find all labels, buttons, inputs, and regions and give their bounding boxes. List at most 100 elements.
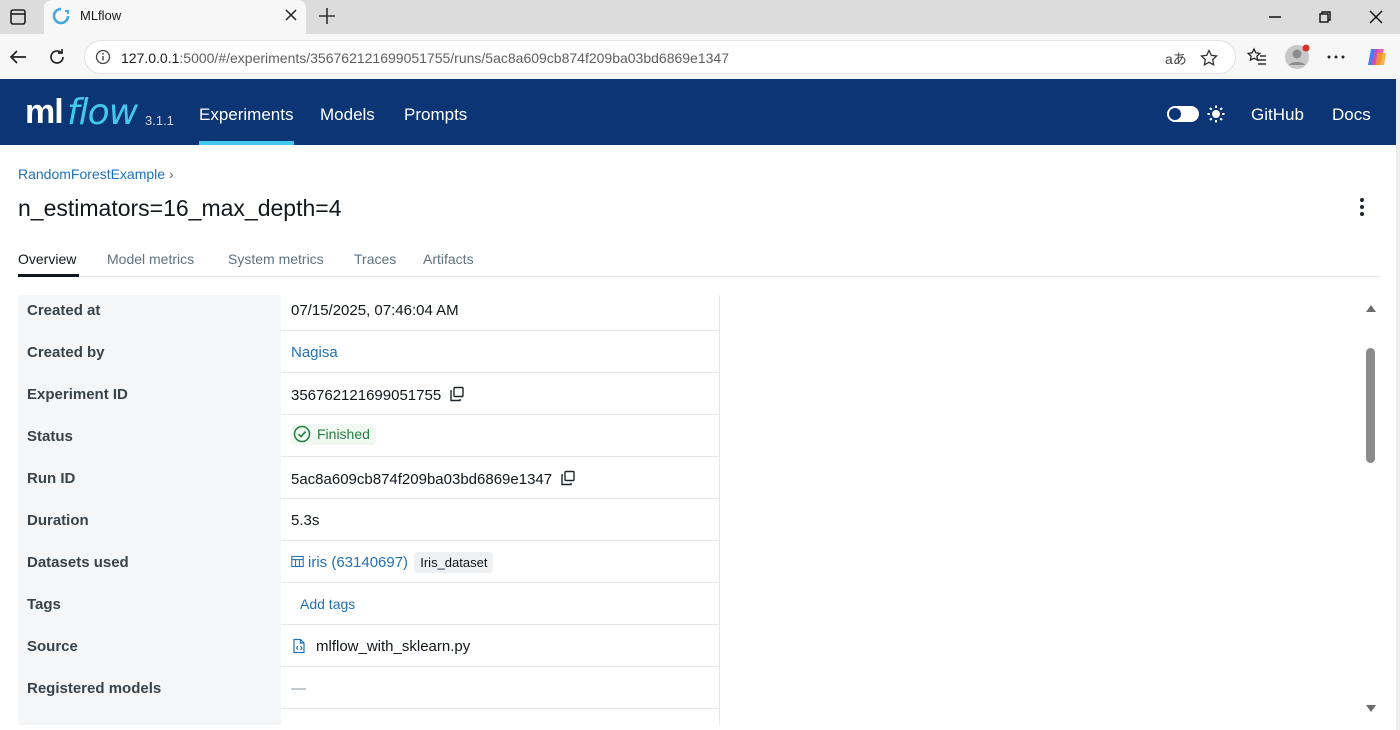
toggle-knob	[1169, 108, 1181, 120]
run-tabs: Overview Model metrics System metrics Tr…	[18, 251, 1380, 277]
page-scrollbar[interactable]	[1360, 297, 1382, 717]
status-text: Finished	[317, 426, 370, 442]
github-link[interactable]: GitHub	[1251, 105, 1304, 125]
scroll-up-arrow-icon[interactable]	[1365, 303, 1377, 313]
reload-icon[interactable]	[46, 46, 68, 68]
table-row: Created at 07/15/2025, 07:46:04 AM	[18, 295, 719, 331]
table-row: Registered models —	[18, 667, 719, 709]
registered-models-value: —	[291, 680, 306, 697]
tab-traces[interactable]: Traces	[354, 251, 396, 267]
page-title: n_estimators=16_max_depth=4	[18, 195, 342, 221]
row-label-datasets: Datasets used	[18, 541, 281, 583]
nav-prompts[interactable]: Prompts	[404, 105, 467, 125]
code-file-icon	[293, 638, 305, 654]
url-path: :5000/#/experiments/356762121699051755/r…	[179, 50, 729, 66]
check-circle-icon	[293, 425, 311, 443]
url-host: 127.0.0.1	[121, 50, 180, 66]
copy-icon[interactable]	[560, 470, 576, 486]
run-details-table: Created at 07/15/2025, 07:46:04 AM Creat…	[18, 295, 720, 725]
add-tags-button[interactable]: Add tags	[300, 596, 355, 612]
run-id-value: 5ac8a609cb874f209ba03bd6869e1347	[291, 471, 553, 488]
run-id-cell: 5ac8a609cb874f209ba03bd6869e1347	[291, 457, 576, 499]
row-label-experiment-id: Experiment ID	[18, 373, 281, 415]
row-label-run-id: Run ID	[18, 457, 281, 499]
close-tab-icon[interactable]	[284, 8, 298, 22]
mlflow-favicon-icon	[52, 7, 70, 25]
tab-model-metrics[interactable]: Model metrics	[107, 251, 194, 267]
table-icon	[291, 555, 304, 568]
status-cell: Finished	[291, 415, 376, 457]
source-cell: mlflow_with_sklearn.py	[291, 625, 470, 667]
table-row: Experiment ID 356762121699051755	[18, 373, 719, 415]
minimize-icon[interactable]	[1264, 6, 1286, 28]
docs-link[interactable]: Docs	[1332, 105, 1371, 125]
logo-flow-text: flow	[67, 92, 138, 133]
registered-models-cell: —	[291, 667, 306, 709]
table-row: Source mlflow_with_sklearn.py	[18, 625, 719, 667]
table-row: Tags Add tags	[18, 583, 719, 625]
status-badge: Finished	[291, 424, 376, 445]
table-row: Datasets used iris (63140697) Iris_datas…	[18, 541, 719, 583]
scrollbar-thumb[interactable]	[1366, 348, 1375, 463]
table-row: Run ID 5ac8a609cb874f209ba03bd6869e1347	[18, 457, 719, 499]
window-edge	[1396, 79, 1400, 730]
scroll-down-arrow-icon[interactable]	[1365, 704, 1377, 714]
dark-mode-toggle[interactable]	[1167, 106, 1199, 122]
browser-tab[interactable]: MLflow	[44, 0, 306, 34]
table-row: Duration 5.3s	[18, 499, 719, 541]
row-label-created-by: Created by	[18, 331, 281, 373]
tab-overview[interactable]: Overview	[18, 251, 76, 267]
more-menu-icon[interactable]	[1325, 46, 1347, 68]
nav-experiments[interactable]: Experiments	[199, 105, 293, 125]
experiment-id-value: 356762121699051755	[291, 387, 442, 404]
table-row	[18, 709, 719, 725]
breadcrumb-experiment[interactable]: RandomForestExample	[18, 166, 165, 182]
dataset-name: iris (63140697)	[308, 554, 409, 571]
tab-title: MLflow	[80, 8, 122, 23]
duration-value: 5.3s	[291, 512, 320, 529]
tags-cell: Add tags	[291, 583, 355, 625]
row-label-source: Source	[18, 625, 281, 667]
copy-icon[interactable]	[449, 386, 465, 402]
back-icon[interactable]	[7, 46, 29, 68]
tab-artifacts[interactable]: Artifacts	[423, 251, 474, 267]
active-nav-indicator	[199, 141, 294, 145]
tab-actions-icon[interactable]	[8, 7, 28, 27]
sun-icon	[1207, 105, 1225, 123]
copilot-icon[interactable]	[1365, 45, 1389, 69]
browser-toolbar: 127.0.0.1:5000/#/experiments/35676212169…	[0, 34, 1400, 79]
close-window-icon[interactable]	[1365, 6, 1387, 28]
favorite-star-icon[interactable]	[1199, 48, 1219, 68]
active-tab-indicator	[18, 274, 79, 277]
mlflow-header: ml flow 3.1.1 Experiments Models Prompts…	[0, 79, 1396, 145]
tab-system-metrics[interactable]: System metrics	[228, 251, 324, 267]
restore-icon[interactable]	[1314, 6, 1336, 28]
logo-ml-text: ml	[25, 93, 64, 131]
created-by-link[interactable]: Nagisa	[291, 344, 338, 361]
browser-tab-bar: MLflow	[0, 0, 1400, 34]
table-row: Status Finished	[18, 415, 719, 457]
favorites-icon[interactable]	[1246, 46, 1268, 68]
run-actions-menu-icon[interactable]	[1352, 196, 1372, 218]
version-label: 3.1.1	[145, 113, 174, 128]
datasets-cell: iris (63140697) Iris_dataset	[291, 541, 494, 583]
breadcrumb-separator: ›	[169, 166, 174, 182]
new-tab-icon[interactable]	[316, 5, 338, 27]
url-text[interactable]: 127.0.0.1:5000/#/experiments/35676212169…	[121, 50, 729, 66]
site-info-icon[interactable]	[95, 49, 111, 65]
address-bar[interactable]: 127.0.0.1:5000/#/experiments/35676212169…	[84, 40, 1236, 74]
profile-avatar-icon[interactable]	[1284, 44, 1310, 70]
dataset-context-tag: Iris_dataset	[414, 552, 494, 573]
source-file-name[interactable]: mlflow_with_sklearn.py	[316, 638, 470, 655]
row-label-status: Status	[18, 415, 281, 457]
row-label-created-at: Created at	[18, 295, 281, 331]
nav-models[interactable]: Models	[320, 105, 375, 125]
dataset-link[interactable]: iris (63140697)	[291, 554, 408, 571]
table-row: Created by Nagisa	[18, 331, 719, 373]
translate-icon[interactable]: aあ	[1165, 49, 1187, 69]
created-by-value: Nagisa	[291, 331, 338, 373]
row-label-registered-models: Registered models	[18, 667, 281, 709]
row-label-next	[18, 709, 281, 725]
row-label-duration: Duration	[18, 499, 281, 541]
row-label-tags: Tags	[18, 583, 281, 625]
